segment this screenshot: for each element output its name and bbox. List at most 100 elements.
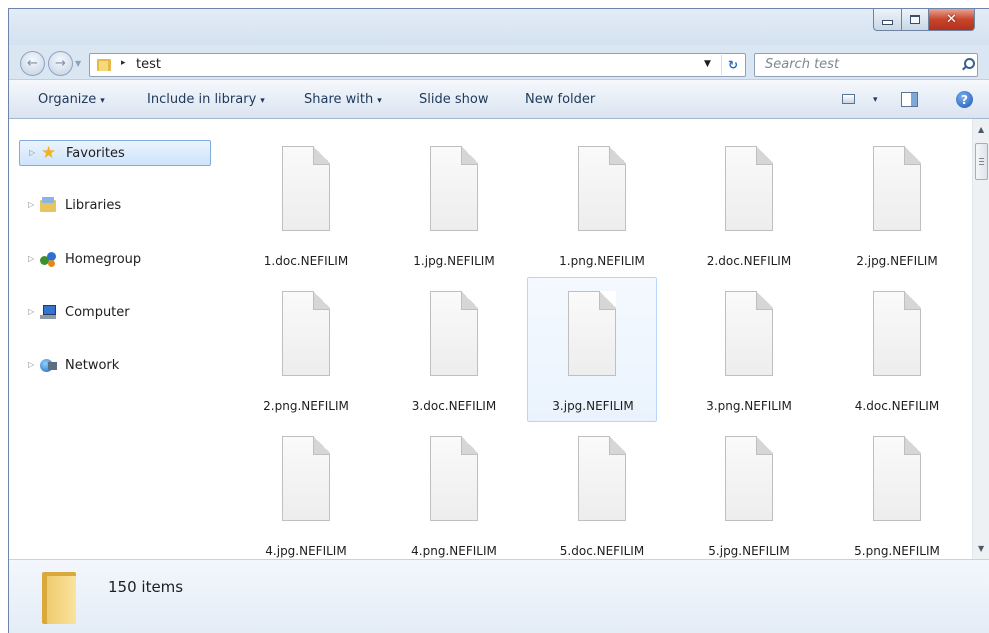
search-icon[interactable] — [962, 58, 975, 71]
address-bar[interactable]: ▸ test ▼ ↻ — [89, 53, 746, 77]
file-icon — [430, 146, 478, 231]
sidebar-item-label: Computer — [65, 305, 130, 320]
close-button[interactable]: ✕ — [929, 9, 975, 31]
details-pane: 150 items — [9, 559, 989, 633]
refresh-icon: ↻ — [727, 58, 739, 72]
help-glyph: ? — [961, 92, 968, 107]
expand-arrow-icon[interactable]: ▷ — [28, 307, 34, 316]
forward-button[interactable]: → — [48, 51, 73, 76]
file-item[interactable]: 1.doc.NEFILIM — [242, 138, 370, 278]
navigation-bar: ← → ▼ ▸ test ▼ ↻ Search test — [9, 45, 989, 79]
sidebar-item-label: Libraries — [65, 198, 122, 213]
computer-icon — [40, 304, 57, 320]
explorer-window: ✕ ← → ▼ ▸ test ▼ ↻ Search test Organize … — [8, 8, 989, 633]
sidebar-item-favorites[interactable]: ▷ ★ Favorites — [19, 140, 211, 166]
sidebar-item-network[interactable]: ▷ Network — [19, 353, 211, 379]
libraries-icon — [40, 197, 57, 213]
item-count: 150 items — [108, 578, 184, 596]
organize-button[interactable]: Organize ▾ — [38, 92, 105, 107]
file-icon — [578, 436, 626, 521]
file-item[interactable]: 2.doc.NEFILIM — [685, 138, 813, 278]
share-with-label: Share with — [304, 92, 374, 107]
file-icon — [873, 291, 921, 376]
file-item[interactable]: 3.doc.NEFILIM — [390, 283, 518, 423]
sidebar-item-label: Homegroup — [65, 252, 142, 267]
minimize-button[interactable] — [873, 9, 902, 31]
file-name: 5.jpg.NEFILIM — [708, 544, 790, 558]
file-list: 1.doc.NEFILIM 1.jpg.NEFILIM 1.png.NEFILI… — [219, 119, 972, 559]
forward-arrow-icon: → — [55, 56, 66, 71]
chevron-down-icon: ▾ — [377, 96, 382, 106]
star-icon: ★ — [41, 143, 57, 163]
command-bar: Organize ▾ Include in library ▾ Share with… — [9, 79, 989, 119]
preview-pane-icon[interactable] — [901, 92, 918, 107]
file-name: 2.doc.NEFILIM — [706, 254, 792, 268]
file-name: 1.jpg.NEFILIM — [413, 254, 495, 268]
file-item[interactable]: 4.doc.NEFILIM — [833, 283, 961, 423]
file-item-selected[interactable]: 3.jpg.NEFILIM — [527, 277, 657, 422]
file-item[interactable]: 1.png.NEFILIM — [538, 138, 666, 278]
breadcrumb-separator[interactable]: ▸ — [121, 58, 126, 68]
file-item[interactable]: 4.png.NEFILIM — [390, 428, 518, 568]
file-item[interactable]: 1.jpg.NEFILIM — [390, 138, 518, 278]
file-icon — [430, 291, 478, 376]
file-icon — [282, 146, 330, 231]
file-item[interactable]: 5.png.NEFILIM — [833, 428, 961, 568]
slide-show-button[interactable]: Slide show — [419, 92, 488, 107]
scroll-down-arrow-icon[interactable]: ▼ — [978, 544, 984, 553]
file-name: 4.doc.NEFILIM — [854, 399, 940, 413]
file-name: 3.jpg.NEFILIM — [552, 399, 634, 413]
sidebar-item-computer[interactable]: ▷ Computer — [19, 300, 211, 326]
breadcrumb-test[interactable]: test — [136, 57, 161, 72]
view-options-dropdown[interactable]: ▾ — [873, 95, 878, 105]
sidebar-item-libraries[interactable]: ▷ Libraries — [19, 193, 211, 219]
file-item[interactable]: 4.jpg.NEFILIM — [242, 428, 370, 568]
expand-arrow-icon[interactable]: ▷ — [28, 200, 34, 209]
navigation-pane: ▷ ★ Favorites ▷ Libraries ▷ Homegroup ▷ … — [9, 119, 219, 559]
file-icon — [725, 436, 773, 521]
file-item[interactable]: 5.jpg.NEFILIM — [685, 428, 813, 568]
file-icon — [873, 146, 921, 231]
help-icon[interactable]: ? — [956, 91, 973, 108]
refresh-button[interactable]: ↻ — [721, 55, 744, 75]
organize-label: Organize — [38, 92, 97, 107]
recent-pages-dropdown[interactable]: ▼ — [75, 59, 81, 68]
file-icon — [725, 291, 773, 376]
close-icon: ✕ — [946, 12, 957, 27]
file-name: 3.doc.NEFILIM — [411, 399, 497, 413]
chevron-down-icon: ▾ — [100, 96, 105, 106]
file-name: 2.jpg.NEFILIM — [856, 254, 938, 268]
file-icon — [282, 436, 330, 521]
maximize-icon — [910, 15, 920, 24]
file-item[interactable]: 5.doc.NEFILIM — [538, 428, 666, 568]
change-view-icon[interactable] — [842, 94, 855, 104]
sidebar-item-homegroup[interactable]: ▷ Homegroup — [19, 247, 211, 273]
file-item[interactable]: 2.jpg.NEFILIM — [833, 138, 961, 278]
minimize-icon — [882, 20, 893, 25]
title-bar[interactable]: ✕ — [9, 9, 989, 45]
address-dropdown-icon[interactable]: ▼ — [704, 59, 711, 69]
new-folder-button[interactable]: New folder — [525, 92, 595, 107]
back-button[interactable]: ← — [20, 51, 45, 76]
file-name: 5.doc.NEFILIM — [559, 544, 645, 558]
expand-arrow-icon[interactable]: ▷ — [28, 254, 34, 263]
vertical-scrollbar[interactable]: ▲ ▼ — [972, 119, 989, 559]
sidebar-item-label: Favorites — [66, 146, 125, 161]
file-name: 1.doc.NEFILIM — [263, 254, 349, 268]
file-icon — [578, 146, 626, 231]
homegroup-icon — [40, 251, 57, 267]
sidebar-item-label: Network — [65, 358, 120, 373]
scroll-up-arrow-icon[interactable]: ▲ — [978, 125, 984, 134]
file-icon — [430, 436, 478, 521]
maximize-button[interactable] — [902, 9, 929, 31]
expand-arrow-icon[interactable]: ▷ — [29, 148, 35, 157]
expand-arrow-icon[interactable]: ▷ — [28, 360, 34, 369]
scrollbar-thumb[interactable] — [975, 143, 988, 180]
search-input[interactable]: Search test — [754, 53, 978, 77]
include-in-library-button[interactable]: Include in library ▾ — [147, 92, 265, 107]
file-item[interactable]: 3.png.NEFILIM — [685, 283, 813, 423]
file-icon — [725, 146, 773, 231]
file-name: 3.png.NEFILIM — [706, 399, 792, 413]
file-item[interactable]: 2.png.NEFILIM — [242, 283, 370, 423]
share-with-button[interactable]: Share with ▾ — [304, 92, 382, 107]
